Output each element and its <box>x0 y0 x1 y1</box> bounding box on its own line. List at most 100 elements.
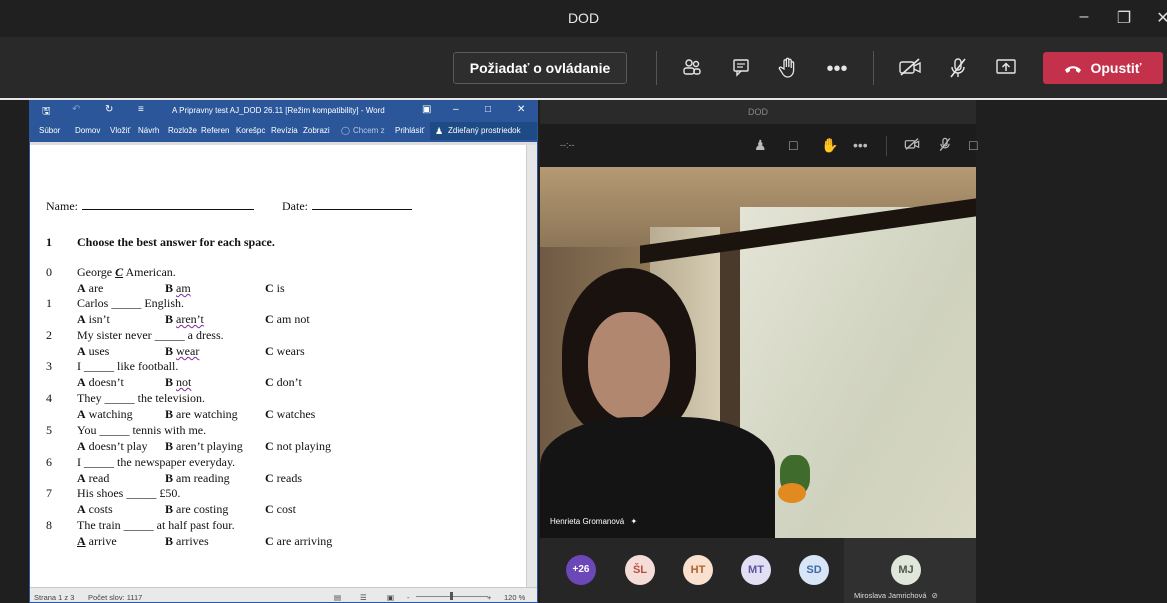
option-c: C are arriving <box>265 534 332 549</box>
question-stem: Carlos _____ English. <box>77 296 184 311</box>
tab-design[interactable]: Návrh <box>138 126 159 135</box>
zoom-out-icon[interactable]: - <box>407 593 410 602</box>
participant-avatar[interactable]: MT <box>741 555 771 585</box>
leave-button[interactable]: Opustiť <box>1043 52 1163 84</box>
share-screen-icon[interactable]: □ <box>969 137 977 153</box>
option-text: wear <box>176 344 200 358</box>
option-letter: B <box>165 502 174 516</box>
option-letter: A <box>77 439 86 453</box>
question-number: 5 <box>46 423 52 437</box>
zoom-slider-thumb[interactable] <box>450 592 453 600</box>
self-avatar: MJ <box>891 555 921 585</box>
option-a: A doesn’t play <box>77 439 147 454</box>
question-stem: His shoes _____ £50. <box>77 486 180 501</box>
minimize-icon[interactable]: – <box>1072 8 1096 26</box>
option-text: watching <box>88 407 133 421</box>
option-text: arrives <box>176 534 209 548</box>
option-text: is <box>276 281 285 295</box>
tab-references[interactable]: Referen <box>201 126 229 135</box>
option-text: isn’t <box>88 312 110 326</box>
section-number: 1 <box>46 235 52 249</box>
next-section-cut <box>46 573 49 588</box>
question-number: 2 <box>46 328 52 342</box>
participants-icon[interactable]: ♟ <box>754 137 767 154</box>
word-maximize-icon[interactable]: □ <box>485 104 491 115</box>
option-letter: A <box>77 502 86 516</box>
more-options-icon[interactable]: ••• <box>853 137 868 153</box>
share-screen-icon[interactable] <box>994 57 1018 81</box>
option-c: C am not <box>265 312 310 327</box>
camera-off-icon[interactable] <box>904 137 920 154</box>
web-layout-icon[interactable]: ▣ <box>387 593 394 602</box>
more-options-icon[interactable]: ••• <box>825 57 849 81</box>
question-stem: I _____ the newspaper everyday. <box>77 455 235 470</box>
participant-video: Henrieta Gromanová ✦ <box>540 167 976 538</box>
option-text: am <box>176 281 191 295</box>
question-number: 1 <box>46 296 52 310</box>
call-controls-bar: Požiadať o ovládanie ••• Opustiť <box>0 37 1167 99</box>
tab-home[interactable]: Domov <box>75 126 100 135</box>
ribbon-display-icon[interactable]: ▣ <box>422 104 431 115</box>
zoom-in-icon[interactable]: + <box>487 593 491 602</box>
option-a: A are <box>77 281 103 296</box>
restore-icon[interactable]: ❐ <box>1112 8 1136 28</box>
tab-insert[interactable]: Vložiť <box>110 126 130 135</box>
print-layout-icon[interactable]: ☰ <box>360 593 367 602</box>
option-text: arrive <box>88 534 117 548</box>
tab-layout[interactable]: Rozlože <box>168 126 197 135</box>
word-close-icon[interactable]: ✕ <box>517 104 525 115</box>
question-stem-text: You _____ tennis with me. <box>77 423 207 437</box>
share-label: Zdieľaný prostriedok <box>448 126 521 135</box>
read-mode-icon[interactable]: ▤ <box>334 593 341 602</box>
document-page[interactable]: Name: Date: 1 Choose the best answer for e… <box>30 145 527 593</box>
participant-avatar[interactable]: SD <box>799 555 829 585</box>
more-participants-badge[interactable]: +26 <box>566 555 596 585</box>
raise-hand-icon[interactable] <box>776 57 800 81</box>
close-icon[interactable]: ✕ <box>1151 8 1167 28</box>
undo-icon[interactable]: ↶ <box>72 104 80 115</box>
mic-off-icon[interactable] <box>938 137 952 155</box>
mic-off-icon: ⊘ <box>931 591 938 600</box>
tab-review[interactable]: Revízia <box>271 126 298 135</box>
option-a: A arrive <box>77 534 117 549</box>
redo-icon[interactable]: ↻ <box>105 104 113 115</box>
option-text: are <box>88 281 104 295</box>
option-a: A uses <box>77 344 109 359</box>
document-scrollbar[interactable] <box>527 145 537 593</box>
raise-hand-icon[interactable]: ✋ <box>821 137 838 154</box>
zoom-level: 120 % <box>504 593 526 602</box>
save-icon[interactable]: 🖫 <box>42 104 51 121</box>
option-letter: A <box>77 312 86 326</box>
shared-word-window: 🖫 ↶ ↻ ≡ A Pripravny test AJ_DOD 26.11 [R… <box>29 100 538 603</box>
option-letter: A <box>77 407 86 421</box>
question-stem: They _____ the television. <box>77 391 205 406</box>
tab-file[interactable]: Súbor <box>39 126 60 135</box>
participant-avatar[interactable]: ŠL <box>625 555 655 585</box>
divider <box>656 51 657 85</box>
tell-me-search[interactable]: Chcem z <box>353 126 385 135</box>
word-minimize-icon[interactable]: – <box>453 104 459 115</box>
page-count: Strana 1 z 3 <box>34 593 75 602</box>
participant-avatar[interactable]: HT <box>683 555 713 585</box>
camera-off-icon[interactable] <box>898 57 922 81</box>
option-letter: C <box>265 502 274 516</box>
participants-icon[interactable] <box>680 57 704 81</box>
option-c: C cost <box>265 502 296 517</box>
option-letter: B <box>165 471 174 485</box>
share-tab[interactable]: ♟ Zdieľaný prostriedok <box>430 122 537 140</box>
option-a: A isn’t <box>77 312 110 327</box>
option-a: A watching <box>77 407 133 422</box>
divider <box>873 51 874 85</box>
sign-in-link[interactable]: Prihlásiť <box>395 126 424 135</box>
tab-view[interactable]: Zobrazi <box>303 126 330 135</box>
chat-icon[interactable]: □ <box>789 137 797 153</box>
question-stem: The train _____ at half past four. <box>77 518 235 533</box>
chat-icon[interactable] <box>729 57 753 81</box>
mic-off-icon[interactable] <box>946 57 970 81</box>
tab-mailings[interactable]: Korešpc <box>236 126 265 135</box>
question-number: 6 <box>46 455 52 469</box>
option-text: cost <box>276 502 297 516</box>
request-control-button[interactable]: Požiadať o ovládanie <box>453 52 627 84</box>
customize-qat-icon[interactable]: ≡ <box>138 104 144 115</box>
question-number: 7 <box>46 486 52 500</box>
